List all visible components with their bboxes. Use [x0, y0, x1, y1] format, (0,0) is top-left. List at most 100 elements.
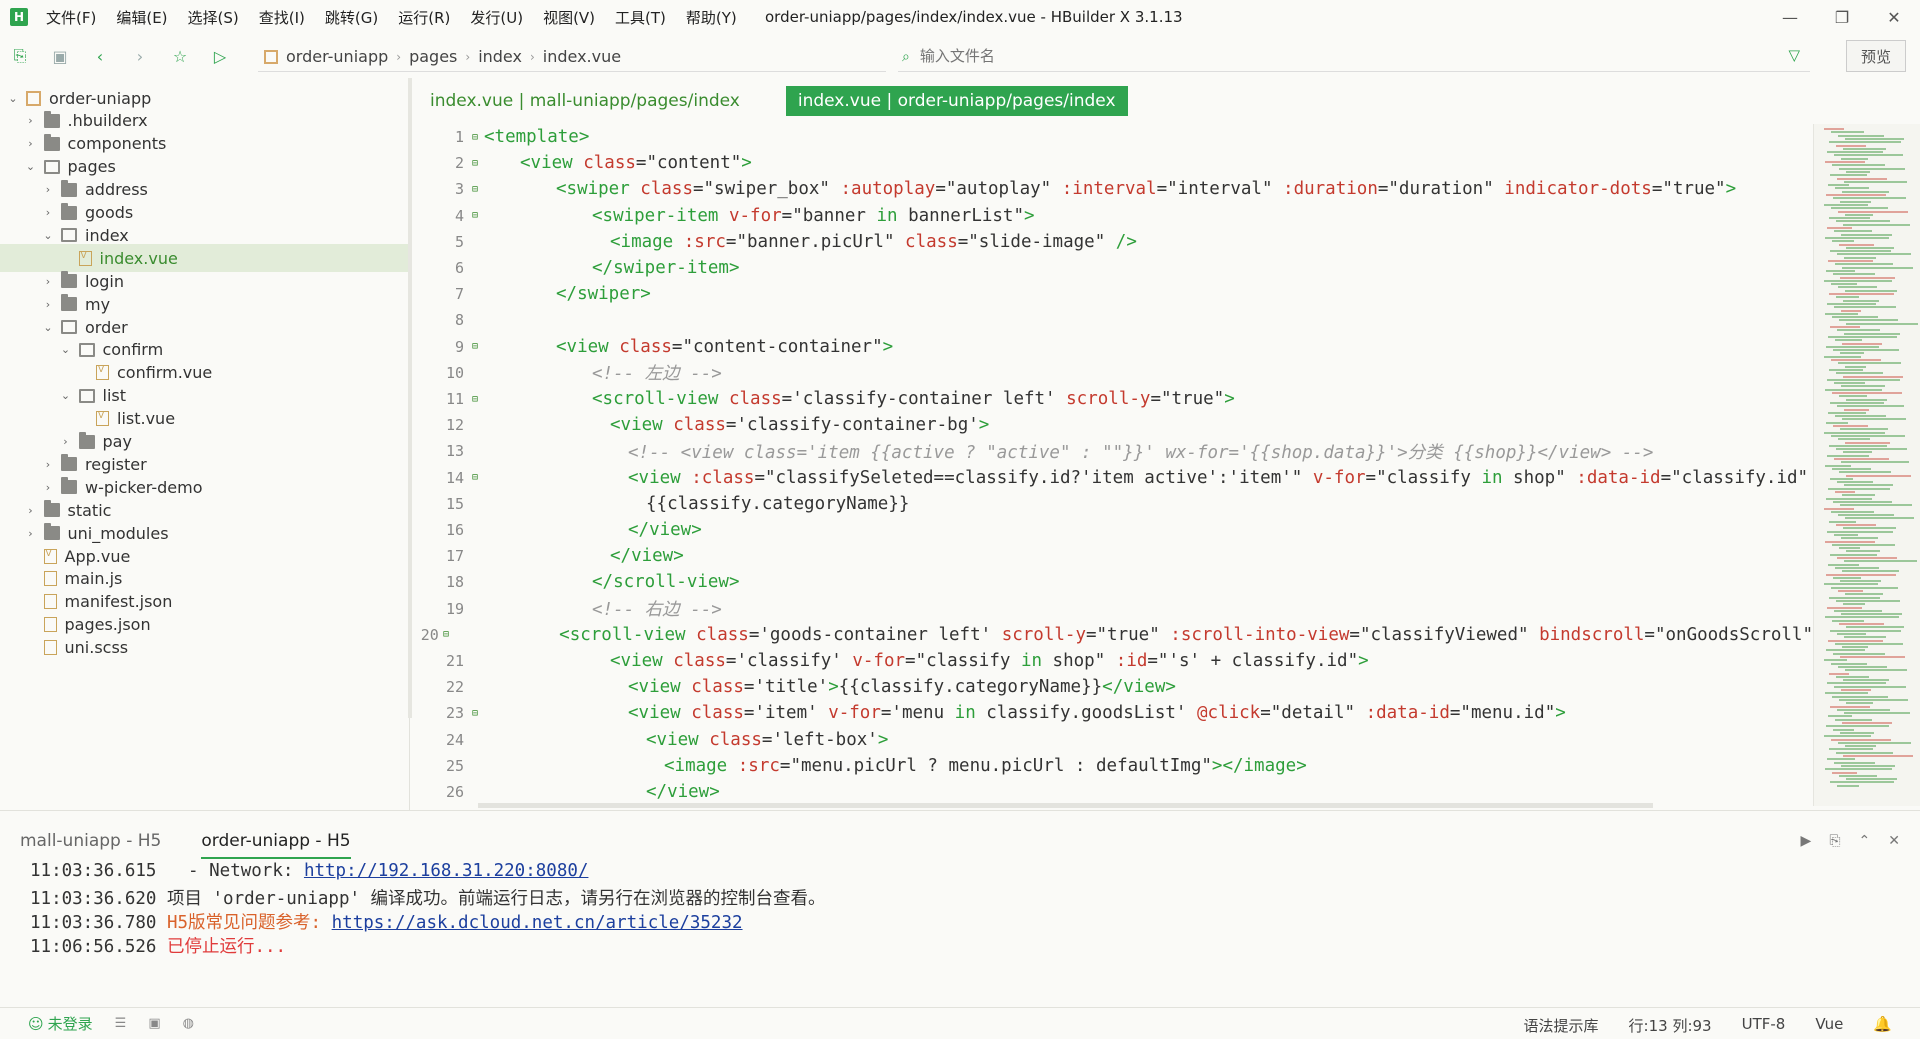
fold-icon[interactable]: ⊟: [468, 132, 482, 143]
menu-item[interactable]: 工具(T): [615, 7, 666, 28]
sidebar-scrollbar[interactable]: [408, 78, 412, 718]
chevron-down-icon[interactable]: ⌄: [6, 92, 20, 105]
breadcrumb-item[interactable]: index: [478, 47, 522, 66]
chevron-down-icon[interactable]: ⌄: [59, 343, 73, 356]
menu-item[interactable]: 跳转(G): [325, 7, 378, 28]
chevron-right-icon[interactable]: ›: [41, 481, 55, 494]
fold-icon[interactable]: ⊟: [468, 341, 482, 352]
menu-item[interactable]: 文件(F): [46, 7, 96, 28]
code-token: ='goods-container left': [748, 624, 1002, 645]
tree-item[interactable]: uni.scss: [0, 634, 408, 662]
menu-item[interactable]: 视图(V): [543, 7, 595, 28]
minimap-line: [1840, 731, 1874, 734]
chevron-down-icon[interactable]: ⌄: [41, 229, 55, 242]
save-icon[interactable]: ▣: [40, 41, 80, 71]
fold-icon[interactable]: ⊟: [468, 708, 482, 719]
breadcrumb-item[interactable]: order-uniapp: [286, 47, 388, 66]
minimap-line: [1835, 339, 1862, 342]
menu-item[interactable]: 运行(R): [398, 7, 450, 28]
code-text: <view class="content-container">: [482, 337, 893, 357]
fold-icon[interactable]: ⊟: [468, 210, 482, 221]
favorite-star-icon[interactable]: ☆: [160, 41, 200, 71]
syntax-library[interactable]: 语法提示库: [1524, 1015, 1599, 1036]
breadcrumb-item[interactable]: index.vue: [543, 47, 621, 66]
clear-console-icon[interactable]: ⎘: [1829, 833, 1840, 849]
log-link[interactable]: https://ask.dcloud.net.cn/article/35232: [332, 913, 743, 933]
code-token: class: [583, 153, 636, 174]
chevron-right-icon[interactable]: ›: [24, 504, 38, 517]
console-icon[interactable]: ▣: [148, 1016, 160, 1031]
menu-item[interactable]: 发行(U): [470, 7, 523, 28]
minimap-line: [1843, 451, 1872, 454]
code-token: indicator-dots: [1504, 179, 1652, 200]
code-area[interactable]: 1 ⊟ <template> 2 ⊟ <view class="content"> 3 ⊟ <s…: [418, 124, 1813, 806]
chevron-right-icon[interactable]: ›: [24, 527, 38, 540]
fold-icon[interactable]: ⊟: [468, 472, 482, 483]
cursor-position[interactable]: 行:13 列:93: [1629, 1015, 1712, 1036]
fold-icon[interactable]: ⊟: [468, 184, 482, 195]
filter-icon[interactable]: ▽: [1788, 46, 1800, 64]
console-tab[interactable]: order-uniapp - H5: [201, 831, 351, 859]
code-text: <image :src="menu.picUrl ? menu.picUrl :…: [482, 756, 1307, 776]
breadcrumb-item[interactable]: pages: [409, 47, 457, 66]
editor-tab[interactable]: index.vue | mall-uniapp/pages/index: [418, 86, 752, 116]
chevron-right-icon[interactable]: ›: [41, 206, 55, 219]
menu-item[interactable]: 查找(I): [259, 7, 305, 28]
forward-icon[interactable]: ›: [120, 41, 160, 71]
minimap-line: [1827, 378, 1900, 381]
chevron-down-icon[interactable]: ⌄: [24, 160, 38, 173]
chevron-right-icon[interactable]: ›: [59, 435, 73, 448]
minimize-button[interactable]: —: [1764, 0, 1816, 34]
line-number: 7: [454, 285, 464, 304]
preview-button[interactable]: 预览: [1846, 40, 1906, 72]
chevron-right-icon[interactable]: ›: [41, 298, 55, 311]
log-link[interactable]: http://192.168.31.220:8080/: [304, 861, 588, 881]
fold-icon[interactable]: ⊟: [468, 394, 482, 405]
minimap-line: [1846, 474, 1911, 477]
maximize-panel-icon[interactable]: ⌃: [1859, 833, 1871, 849]
code-text: <view class="content">: [482, 153, 752, 173]
restore-button[interactable]: ❐: [1816, 0, 1868, 34]
close-button[interactable]: ✕: [1868, 0, 1920, 34]
language-mode[interactable]: Vue: [1815, 1015, 1843, 1036]
console-tab[interactable]: mall-uniapp - H5: [20, 831, 161, 859]
close-panel-icon[interactable]: ✕: [1888, 833, 1900, 849]
menu-item[interactable]: 选择(S): [188, 7, 239, 28]
minimap[interactable]: [1813, 124, 1920, 806]
menu-item[interactable]: 编辑(E): [116, 7, 167, 28]
chevron-right-icon[interactable]: ›: [24, 114, 38, 127]
minimap-line: [1837, 784, 1859, 787]
chevron-down-icon[interactable]: ⌄: [41, 321, 55, 334]
code-token: <swiper-item: [592, 205, 729, 226]
run-icon[interactable]: ▷: [200, 41, 240, 71]
code-token: <view: [628, 677, 692, 698]
new-file-icon[interactable]: ⎘: [0, 41, 40, 71]
chevron-right-icon[interactable]: ›: [41, 458, 55, 471]
login-status[interactable]: ☺ 未登录: [28, 1013, 93, 1034]
minimap-line: [1832, 619, 1864, 622]
minimap-line: [1841, 689, 1871, 691]
code-token: class: [640, 179, 693, 200]
encoding[interactable]: UTF-8: [1742, 1015, 1786, 1036]
chevron-right-icon[interactable]: ›: [41, 183, 55, 196]
list-icon[interactable]: ☰: [115, 1016, 127, 1031]
notification-bell-icon[interactable]: 🔔: [1873, 1015, 1892, 1036]
file-search-input[interactable]: [919, 48, 1740, 65]
back-icon[interactable]: ‹: [80, 41, 120, 71]
minimap-line: [1832, 543, 1895, 546]
code-token: ="content": [635, 153, 742, 174]
login-label: 未登录: [47, 1015, 93, 1033]
fold-icon[interactable]: ⊟: [468, 158, 482, 169]
globe-icon[interactable]: ◍: [183, 1016, 194, 1031]
minimap-line: [1839, 698, 1908, 701]
editor-tab[interactable]: index.vue | order-uniapp/pages/index: [785, 86, 1128, 116]
code-token: <view: [628, 703, 692, 724]
minimap-line: [1836, 448, 1907, 451]
folder-icon: [43, 500, 60, 518]
run-icon[interactable]: ▶: [1801, 833, 1812, 849]
chevron-right-icon[interactable]: ›: [41, 275, 55, 288]
menu-item[interactable]: 帮助(Y): [686, 7, 737, 28]
chevron-right-icon[interactable]: ›: [24, 137, 38, 150]
horizontal-scrollbar[interactable]: [478, 803, 1653, 808]
chevron-down-icon[interactable]: ⌄: [59, 389, 73, 402]
